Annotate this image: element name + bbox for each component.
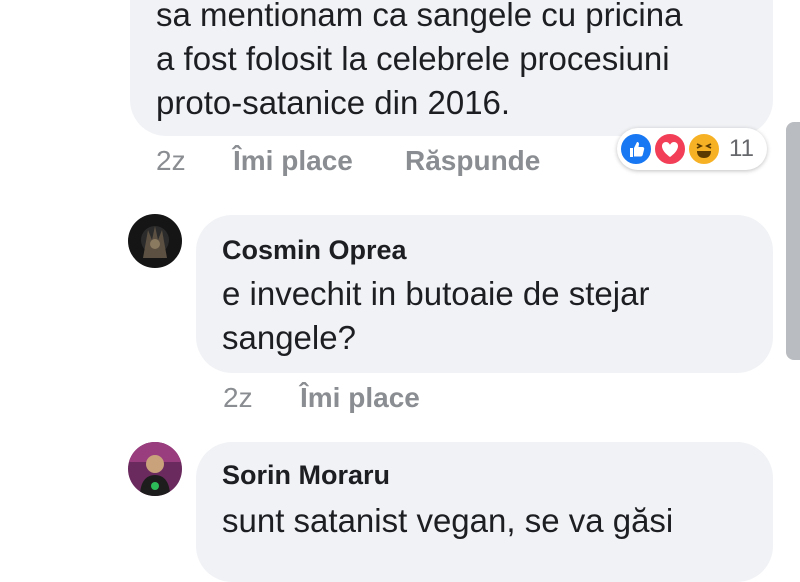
like-icon xyxy=(619,132,653,166)
comment-text-line: e invechit in butoaie de stejar xyxy=(222,275,650,312)
comment-text-line: sangele? xyxy=(222,319,356,356)
comment-author[interactable]: Cosmin Oprea xyxy=(222,235,407,266)
avatar[interactable] xyxy=(128,442,182,496)
scrollbar-thumb[interactable] xyxy=(786,122,800,360)
comment-bubble: Sorin Moraru sunt satanist vegan, se va … xyxy=(196,442,773,582)
comment-timestamp: 2z xyxy=(156,145,186,176)
comment-bubble: sa mentionam ca sangele cu pricina a fos… xyxy=(130,0,773,136)
comment-text-line: sunt satanist vegan, se va găsi xyxy=(222,502,674,539)
comment-text-line: a fost folosit la celebrele procesiuni xyxy=(156,40,670,77)
comment-author[interactable]: Sorin Moraru xyxy=(222,460,390,491)
like-button[interactable]: Îmi place xyxy=(233,145,353,177)
avatar[interactable] xyxy=(128,214,182,268)
reply-button[interactable]: Răspunde xyxy=(405,145,540,177)
reaction-summary[interactable]: 11 xyxy=(617,128,767,170)
haha-icon xyxy=(687,132,721,166)
comment-text-line: proto-satanice din 2016. xyxy=(156,84,511,121)
comment-timestamp: 2z xyxy=(223,382,253,413)
like-button[interactable]: Îmi place xyxy=(300,382,420,414)
reaction-count: 11 xyxy=(729,135,754,162)
comment-bubble: Cosmin Oprea e invechit in butoaie de st… xyxy=(196,215,773,373)
comment-text-line: sa mentionam ca sangele cu pricina xyxy=(156,0,683,33)
love-icon xyxy=(653,132,687,166)
